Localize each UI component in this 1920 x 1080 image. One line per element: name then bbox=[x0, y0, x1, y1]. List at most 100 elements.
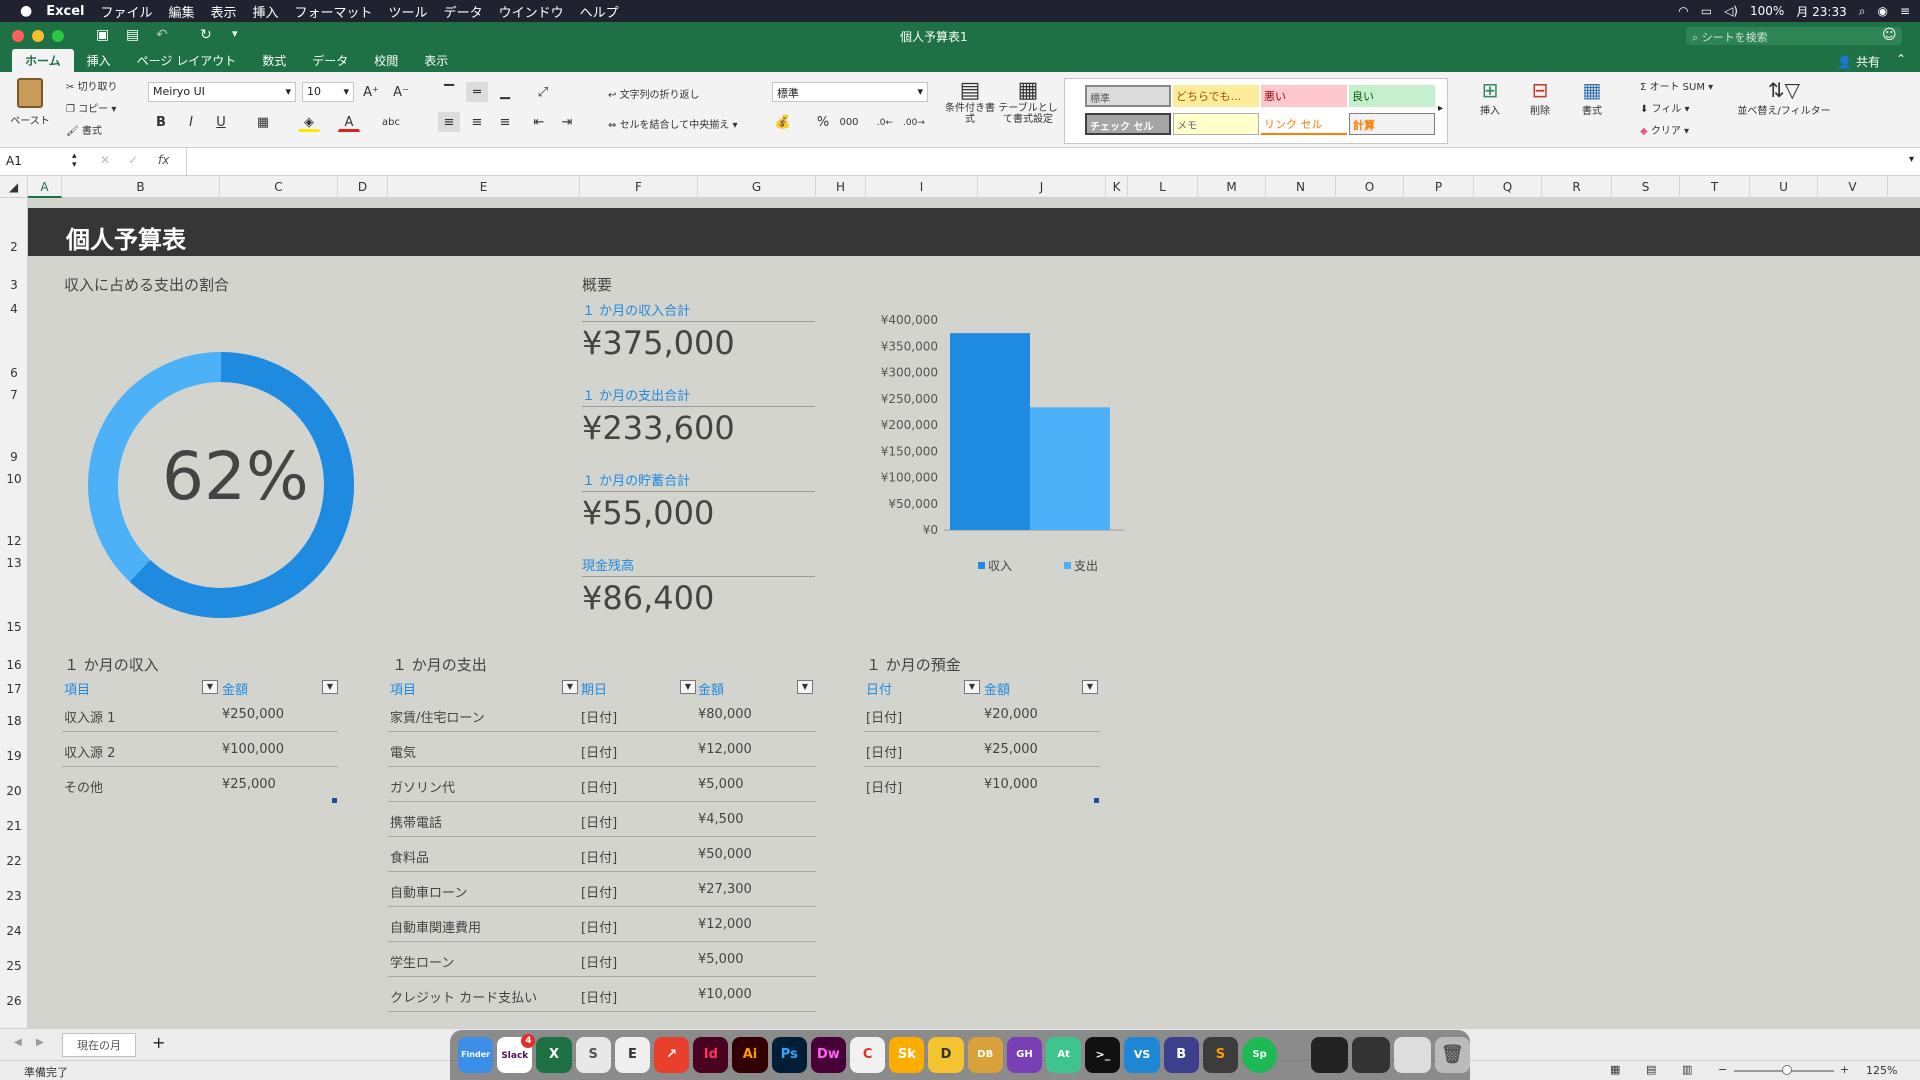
trash-icon[interactable]: 🗑 bbox=[1434, 1037, 1470, 1073]
table-row[interactable]: 自動車関連費用 [日付] ¥12,000 bbox=[388, 907, 816, 942]
name-box-stepper-icon[interactable]: ▴ ▾ bbox=[72, 152, 77, 170]
sheet-search-box[interactable]: ⌕ シートを検索 bbox=[1686, 27, 1902, 45]
terminal-icon[interactable]: >_ bbox=[1085, 1037, 1121, 1073]
bold-button[interactable]: B bbox=[150, 112, 172, 132]
column-header[interactable]: R bbox=[1542, 176, 1612, 198]
table-row[interactable]: [日付] ¥10,000 bbox=[864, 767, 1100, 802]
clock[interactable]: 月 23:33 bbox=[1796, 3, 1846, 20]
prev-sheet-icon[interactable]: ◀ bbox=[14, 1037, 22, 1048]
gallery-more-icon[interactable]: ▸ bbox=[1438, 103, 1443, 114]
expenses-due-filter-button[interactable]: ▼ bbox=[680, 680, 696, 694]
increase-font-icon[interactable]: A⁺ bbox=[360, 82, 382, 102]
number-format-select[interactable]: 標準 ▾ bbox=[772, 82, 928, 102]
row-header[interactable]: 22 bbox=[0, 854, 28, 868]
row-header[interactable]: 7 bbox=[0, 388, 28, 402]
chrome-icon[interactable]: C bbox=[850, 1037, 886, 1073]
volume-icon[interactable]: ◁) bbox=[1724, 4, 1738, 18]
vscode-icon[interactable]: VS bbox=[1124, 1037, 1160, 1073]
style-memo[interactable]: メモ bbox=[1173, 113, 1259, 135]
customize-toolbar-icon[interactable]: ▾ bbox=[232, 27, 238, 40]
table-row[interactable]: [日付] ¥20,000 bbox=[864, 697, 1100, 732]
menu-format[interactable]: フォーマット bbox=[295, 2, 373, 21]
orientation-icon[interactable]: ⤢ bbox=[532, 82, 554, 102]
column-header[interactable]: I bbox=[866, 176, 978, 198]
column-header[interactable]: O bbox=[1336, 176, 1404, 198]
font-color-icon[interactable]: A bbox=[338, 112, 360, 132]
tab-insert[interactable]: 挿入 bbox=[74, 49, 124, 72]
align-middle-icon[interactable]: ═ bbox=[466, 82, 488, 102]
apple-icon[interactable]: ● bbox=[20, 3, 32, 19]
page-layout-view-icon[interactable]: ▤ bbox=[1646, 1063, 1656, 1076]
savings-amount-filter-button[interactable]: ▼ bbox=[1082, 680, 1098, 694]
indesign-icon[interactable]: Id bbox=[693, 1037, 729, 1073]
boxy-icon[interactable]: B bbox=[1163, 1037, 1199, 1073]
evernote-icon[interactable]: E bbox=[614, 1037, 651, 1073]
finder-icon[interactable]: Finder bbox=[458, 1037, 494, 1073]
expand-formula-icon[interactable]: ▾ bbox=[1909, 154, 1914, 165]
atom-icon[interactable]: At bbox=[1046, 1037, 1082, 1073]
menu-help[interactable]: ヘルプ bbox=[580, 2, 619, 21]
column-header[interactable]: F bbox=[580, 176, 698, 198]
align-left-icon[interactable]: ≡ bbox=[438, 112, 460, 132]
menu-window[interactable]: ウインドウ bbox=[499, 2, 564, 21]
illustrator-icon[interactable]: Ai bbox=[732, 1037, 768, 1073]
column-header[interactable]: M bbox=[1198, 176, 1266, 198]
tab-view[interactable]: 表示 bbox=[411, 49, 461, 72]
style-bad[interactable]: 悪い bbox=[1261, 85, 1347, 107]
column-header[interactable]: C bbox=[220, 176, 338, 198]
row-header[interactable]: 13 bbox=[0, 556, 28, 570]
table-row[interactable]: 収入源 1 ¥250,000 bbox=[62, 697, 338, 732]
row-header[interactable]: 19 bbox=[0, 749, 28, 763]
column-header[interactable]: L bbox=[1128, 176, 1198, 198]
select-all-corner[interactable]: ◢ bbox=[0, 176, 28, 198]
savings-date-filter-button[interactable]: ▼ bbox=[964, 680, 980, 694]
menu-view[interactable]: 表示 bbox=[211, 2, 237, 21]
column-header[interactable]: V bbox=[1818, 176, 1888, 198]
format-painter-button[interactable]: 🖌 書式 bbox=[66, 122, 102, 137]
column-header[interactable]: S bbox=[1612, 176, 1680, 198]
format-cells-button[interactable]: ▦ 書式 bbox=[1570, 78, 1614, 117]
github-desktop-icon[interactable]: GH bbox=[1006, 1037, 1043, 1073]
menu-insert[interactable]: 挿入 bbox=[253, 2, 279, 21]
table-row[interactable]: ガソリン代 [日付] ¥5,000 bbox=[388, 767, 816, 802]
column-header[interactable]: E bbox=[388, 176, 580, 198]
tab-home[interactable]: ホーム bbox=[12, 49, 74, 72]
borders-icon[interactable]: ▦ bbox=[252, 112, 274, 132]
row-header[interactable]: 17 bbox=[0, 682, 28, 696]
column-header[interactable]: N bbox=[1266, 176, 1336, 198]
menu-app-name[interactable]: Excel bbox=[46, 4, 84, 19]
column-header[interactable]: K bbox=[1106, 176, 1128, 198]
tab-data[interactable]: データ bbox=[299, 49, 361, 72]
decrease-indent-icon[interactable]: ⇤ bbox=[528, 112, 550, 132]
name-box[interactable]: A1 bbox=[6, 154, 82, 168]
sidebar-toggle-icon[interactable]: ▣ bbox=[96, 27, 109, 43]
sketch-icon[interactable]: Sk bbox=[889, 1037, 925, 1073]
phonetic-icon[interactable]: abc bbox=[380, 112, 402, 132]
income-amount-filter-button[interactable]: ▼ bbox=[322, 680, 338, 694]
format-as-table-button[interactable]: ▦ テーブルとして書式設定 bbox=[998, 78, 1058, 125]
style-good[interactable]: 良い bbox=[1349, 85, 1435, 107]
table-row[interactable]: 自動車ローン [日付] ¥27,300 bbox=[388, 872, 816, 907]
income-item-filter-button[interactable]: ▼ bbox=[202, 680, 218, 694]
row-header[interactable]: 21 bbox=[0, 819, 28, 833]
expenses-amount-filter-button[interactable]: ▼ bbox=[797, 680, 813, 694]
share-button[interactable]: 👤 共有 bbox=[1837, 53, 1880, 70]
worksheet[interactable]: 個人予算表 収入に占める支出の割合 62% 概要 １ か月の収入合計 ¥375,… bbox=[28, 198, 1920, 1028]
instastats-icon[interactable]: ↗ bbox=[654, 1037, 690, 1073]
insert-function-button[interactable]: fx bbox=[158, 153, 169, 167]
normal-view-icon[interactable]: ▦ bbox=[1610, 1063, 1620, 1076]
table-row[interactable]: 学生ローン [日付] ¥5,000 bbox=[388, 942, 816, 977]
wifi-icon[interactable]: ◠ bbox=[1678, 4, 1688, 18]
row-header[interactable]: 2 bbox=[0, 240, 28, 254]
column-header[interactable]: B bbox=[62, 176, 220, 198]
photoshop-icon[interactable]: Ps bbox=[771, 1037, 807, 1073]
add-sheet-button[interactable]: + bbox=[152, 1033, 165, 1052]
conditional-format-button[interactable]: ▤ 条件付き書式 bbox=[944, 78, 996, 125]
save-icon[interactable]: ▤ bbox=[126, 27, 139, 43]
column-header[interactable]: J bbox=[978, 176, 1106, 198]
italic-button[interactable]: I bbox=[180, 112, 202, 132]
column-header[interactable]: Q bbox=[1474, 176, 1542, 198]
minimized-window-icon[interactable] bbox=[1352, 1037, 1390, 1073]
dreamweaver-icon[interactable]: Dw bbox=[810, 1037, 847, 1073]
table-resize-handle[interactable] bbox=[332, 798, 337, 803]
